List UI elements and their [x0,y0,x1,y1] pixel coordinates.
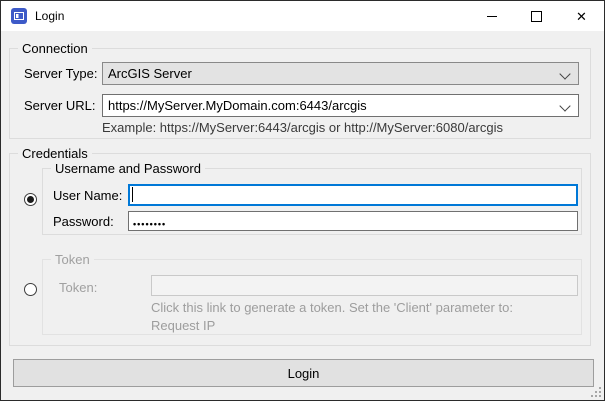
resize-grip-icon[interactable] [590,386,601,397]
token-label: Token: [59,280,97,295]
server-type-label: Server Type: [24,66,97,81]
minimize-button[interactable] [469,1,514,31]
token-hint: Click this link to generate a token. Set… [151,300,513,315]
maximize-icon [531,11,542,22]
request-ip-link[interactable]: Request IP [151,318,215,333]
server-url-example: Example: https://MyServer:6443/arcgis or… [102,120,503,135]
app-icon [11,8,27,24]
chevron-down-icon [559,68,570,79]
text-cursor [132,187,133,202]
login-window: Login ✕ Connection Server Type: ArcGIS S… [0,0,605,401]
token-input[interactable] [151,275,578,296]
close-icon: ✕ [576,10,587,23]
username-password-radio[interactable] [24,193,37,206]
username-input[interactable] [128,184,578,206]
window-title: Login [35,9,64,23]
server-url-value: https://MyServer.MyDomain.com:6443/arcgi… [108,98,367,113]
server-url-combobox[interactable]: https://MyServer.MyDomain.com:6443/arcgi… [102,94,579,117]
window-controls: ✕ [469,1,604,31]
chevron-down-icon [559,100,570,111]
token-radio[interactable] [24,283,37,296]
username-label: User Name: [53,188,122,203]
password-label: Password: [53,214,114,229]
username-password-group: Username and Password User Name: Passwor… [42,168,582,235]
maximize-button[interactable] [514,1,559,31]
username-password-group-label: Username and Password [51,161,205,176]
password-input[interactable] [128,211,578,231]
credentials-group: Credentials Username and Password User N… [9,153,591,346]
connection-group: Connection Server Type: ArcGIS Server Se… [9,48,591,139]
server-type-dropdown[interactable]: ArcGIS Server [102,62,579,85]
server-url-label: Server URL: [24,98,96,113]
titlebar: Login ✕ [1,1,604,31]
token-group-label: Token [51,252,94,267]
server-type-value: ArcGIS Server [108,66,192,81]
credentials-group-label: Credentials [18,146,92,161]
login-button[interactable]: Login [13,359,594,387]
close-button[interactable]: ✕ [559,1,604,31]
token-group: Token Token: Click this link to generate… [42,259,582,335]
minimize-icon [487,16,497,17]
connection-group-label: Connection [18,41,92,56]
